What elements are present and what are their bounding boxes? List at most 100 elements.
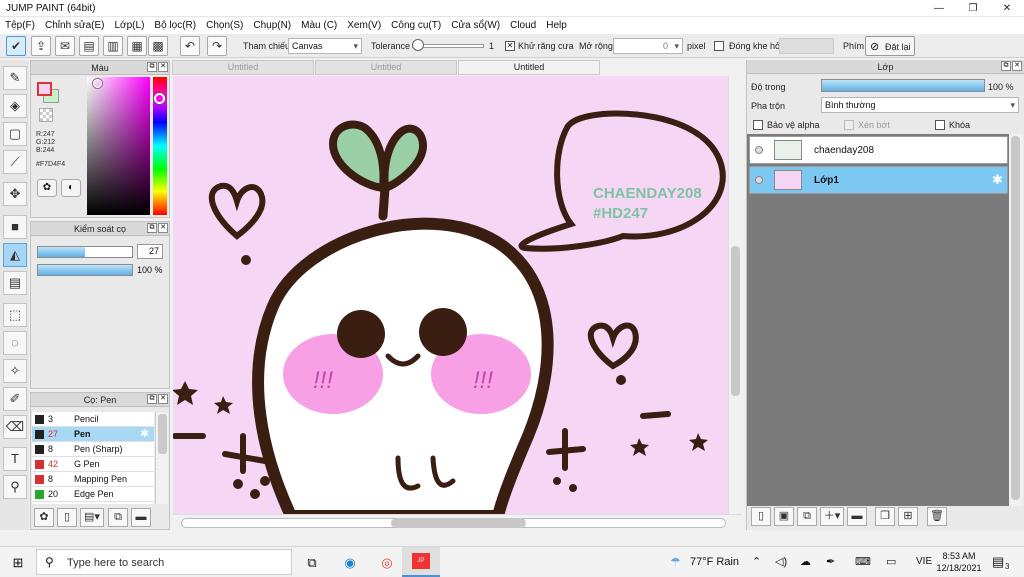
layer-add-menu-icon[interactable]: ＋▾ [820,507,844,526]
brush-item-pencil[interactable]: 3 Pencil [32,412,154,427]
menu-view[interactable]: Xem(V) [342,17,386,34]
menu-cloud[interactable]: Cloud [505,17,541,34]
fill-rect-icon[interactable]: ■ [3,215,27,239]
delete-layer-icon[interactable]: 🗑 [927,507,947,526]
brush-copy-icon[interactable]: ⧉ [108,508,128,527]
chrome-browser-icon[interactable]: ◎ [377,553,397,573]
brush-item-g-pen[interactable]: 42 G Pen [32,457,154,472]
weather-text[interactable]: 77°F Rain [690,556,739,568]
layer-row-chaenday208[interactable]: chaenday208 [749,136,1008,164]
layer-visibility-icon[interactable] [755,146,763,154]
panel-undock-icon[interactable]: ⧉ [147,62,157,72]
move-tool-icon[interactable]: ✥ [3,182,27,206]
brush-item-pen-sharp[interactable]: 8 Pen (Sharp) [32,442,154,457]
transparent-swatch[interactable] [39,108,53,122]
message-icon[interactable]: ▤ [79,36,99,56]
export-icon[interactable]: ⇪ [31,36,51,56]
text-tool-icon[interactable]: T [3,447,27,471]
layer-scroll-thumb[interactable] [1011,136,1020,500]
menu-help[interactable]: Help [541,17,572,34]
brush-menu-icon[interactable]: ▤▾ [80,508,104,527]
eraser-tool-icon[interactable]: ◈ [3,94,27,118]
duplicate-layer-icon[interactable]: ❐ [875,507,895,526]
new-layer-icon[interactable]: ▯ [751,507,771,526]
undo-icon[interactable]: ↶ [180,36,200,56]
saturation-value-picker[interactable] [87,77,150,215]
lasso-select-icon[interactable]: ◌ [3,331,27,355]
tolerance-slider-knob[interactable] [412,39,424,51]
panel-close-icon[interactable]: ✕ [158,62,168,72]
rectangle-tool-icon[interactable]: ▢ [3,122,27,146]
reset-button[interactable]: ⊘ Đặt lại [865,36,915,56]
gradient-tool-icon[interactable]: ▤ [3,271,27,295]
brush-size-slider[interactable] [37,246,133,258]
new-raster-layer-icon[interactable]: ▣ [774,507,794,526]
pen-tool-icon[interactable]: ✎ [3,66,27,90]
grid-icon[interactable]: ▩ [148,36,168,56]
menu-filter[interactable]: Bộ lọc(R) [149,17,201,34]
palette-icon[interactable]: ✿ [37,179,57,197]
cloud-icon[interactable]: ☁ [800,555,811,568]
menu-file[interactable]: Tệp(F) [0,17,40,34]
keyboard-icon[interactable]: ⌨ [855,555,871,568]
tab-untitled-3[interactable]: Untitled [458,60,600,75]
display-icon[interactable]: ▭ [886,555,896,568]
lock-checkbox[interactable] [935,120,945,130]
select-eraser-icon[interactable]: ⌫ [3,415,27,439]
eyedropper-icon[interactable]: ⚲ [3,475,27,499]
sv-picker-cursor[interactable] [93,79,102,88]
brush-item-mapping-pen[interactable]: 8 Mapping Pen [32,472,154,487]
new-brush-icon[interactable]: ▯ [57,508,77,527]
layer-row-lop1[interactable]: Lớp1 ✱ [749,166,1008,194]
clip-checkbox[interactable] [844,120,854,130]
bucket-fill-icon[interactable]: ◭ [3,243,27,267]
blend-mode-dropdown[interactable]: Bình thường [821,97,1019,113]
minimize-button[interactable]: — [922,0,956,17]
protect-alpha-checkbox[interactable] [753,120,763,130]
menu-edit[interactable]: Chỉnh sửa(E) [40,17,110,34]
task-view-icon[interactable]: ⧉ [302,553,322,573]
menu-window[interactable]: Cửa sổ(W) [446,17,505,34]
brush-opacity-slider[interactable] [37,264,133,276]
layer-opacity-slider[interactable] [821,79,985,92]
panel-close-icon[interactable]: ✕ [158,394,168,404]
brush-list-scrollbar[interactable] [155,412,168,504]
brush-settings-icon[interactable]: ✱ [140,427,149,442]
jump-paint-taskbar-button[interactable]: JP [402,547,440,577]
maximize-button[interactable]: ❐ [956,0,990,17]
hue-slider-cursor[interactable] [154,93,165,104]
fg-color-swatch[interactable] [37,82,52,96]
layer-settings-icon[interactable]: ✱ [992,172,1003,188]
gradient-pen-icon[interactable]: ⟋ [3,150,27,174]
drawing-canvas[interactable]: CHAENDAY208 #HD247 !!! !!! [173,76,728,514]
antialias-checkbox[interactable]: ✕ [505,41,515,51]
menu-layer[interactable]: Lớp(L) [110,17,150,34]
document-icon[interactable]: ▥ [103,36,123,56]
brush-item-pen[interactable]: 27 Pen ✱ [32,427,154,442]
windows-start-icon[interactable]: ⊞ [8,553,28,573]
menu-capture[interactable]: Chụp(N) [248,17,296,34]
color-mixer-icon[interactable]: ◐ [61,179,81,197]
rect-select-icon[interactable]: ⬚ [3,303,27,327]
menu-select[interactable]: Chọn(S) [201,17,248,34]
merge-layer-icon[interactable]: ⊞ [898,507,918,526]
comment-icon[interactable]: ✉ [55,36,75,56]
layer-visibility-icon[interactable] [755,176,763,184]
layer-list-scrollbar[interactable] [1009,134,1023,506]
panel-undock-icon[interactable]: ⧉ [147,394,157,404]
tab-untitled-2[interactable]: Untitled [315,60,457,75]
speaker-icon[interactable]: ◁) [775,555,787,568]
taskbar-search-box[interactable]: ⚲ Type here to search [36,549,292,575]
taskbar-clock[interactable]: 8:53 AM 12/18/2021 [936,550,982,574]
canvas-horizontal-scrollbar[interactable] [173,514,742,530]
brush-item-edge-pen[interactable]: 20 Edge Pen [32,487,154,502]
canvas-hscroll-thumb[interactable] [391,518,526,528]
closegap-checkbox[interactable] [714,41,724,51]
language-indicator[interactable]: VIE [916,556,932,567]
redo-icon[interactable]: ↷ [207,36,227,56]
panel-undock-icon[interactable]: ⧉ [147,223,157,233]
reference-dropdown[interactable]: Canvas [288,38,362,54]
menu-color[interactable]: Màu (C) [296,17,342,34]
select-pen-icon[interactable]: ✐ [3,387,27,411]
panel-close-icon[interactable]: ✕ [158,223,168,233]
